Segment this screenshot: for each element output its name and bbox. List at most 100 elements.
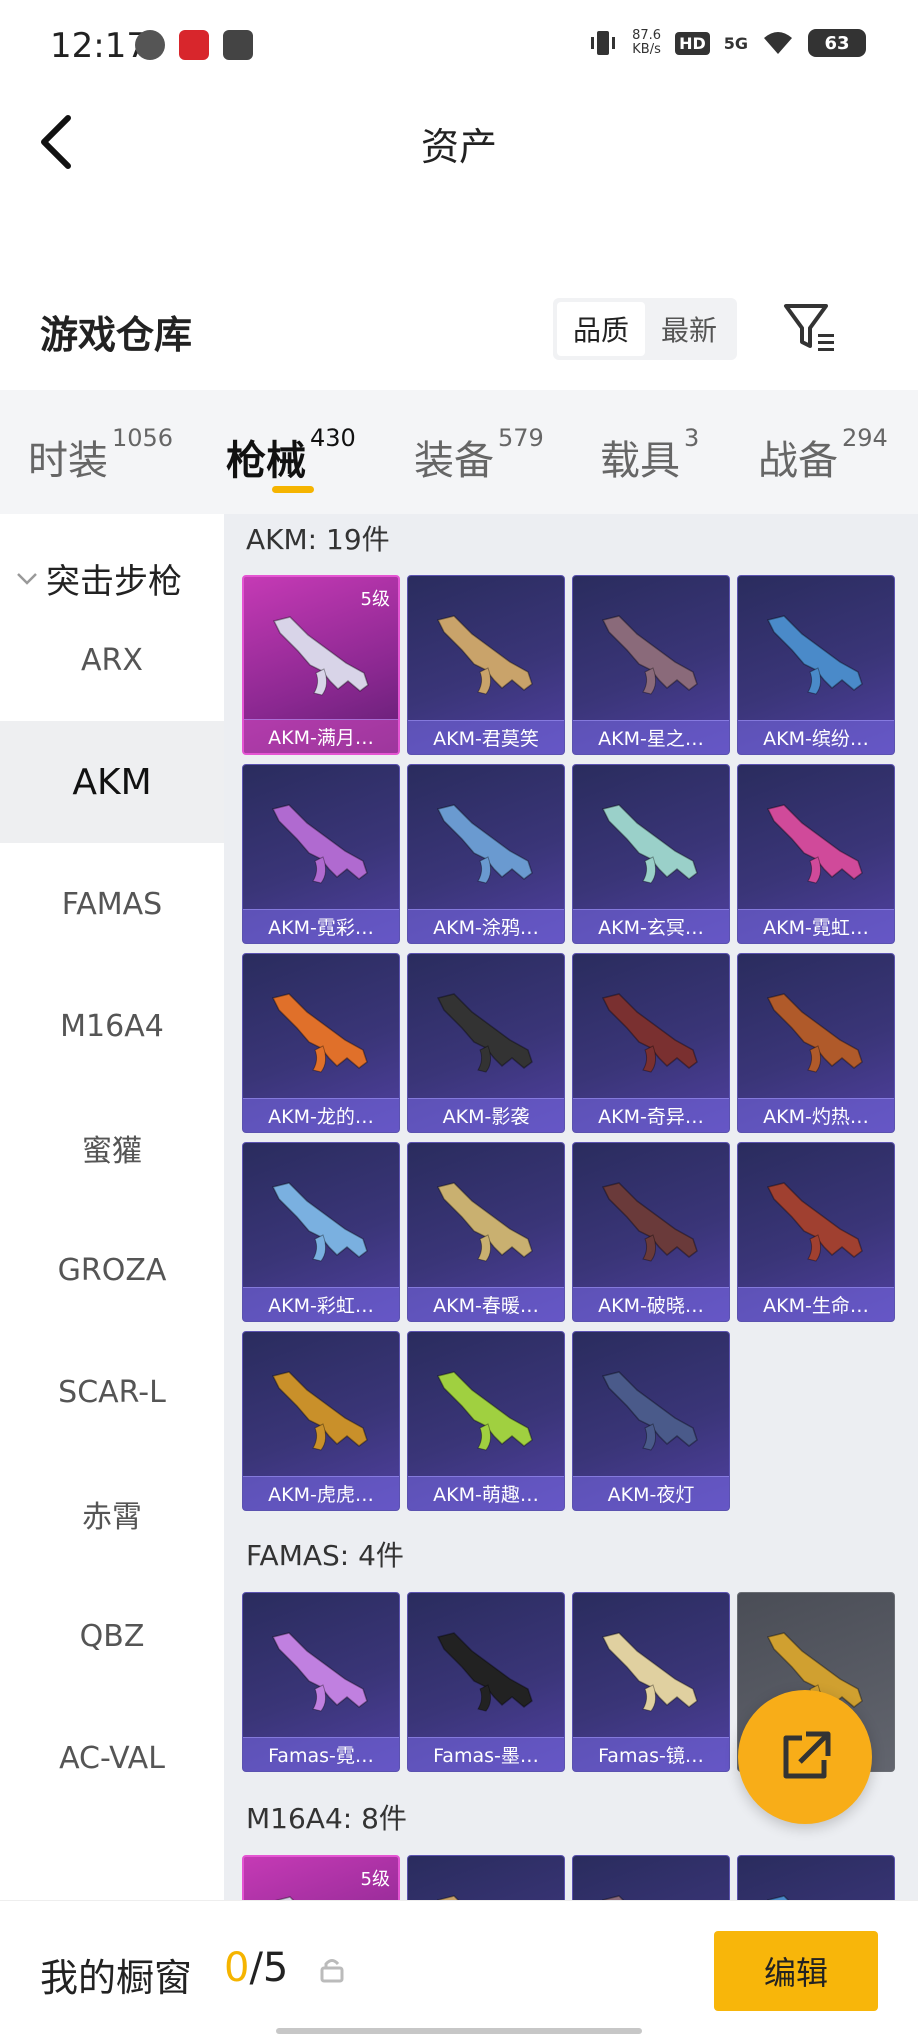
rifle-icon	[436, 615, 533, 695]
sidebar-item-honey-badger[interactable]: 蜜獾	[0, 1087, 224, 1209]
weapon-card[interactable]: AKM-霓彩…	[242, 764, 400, 944]
sort-quality-option[interactable]: 品质	[557, 302, 645, 356]
rifle-icon	[766, 1182, 863, 1262]
weapon-card[interactable]: AKM-生命…	[737, 1142, 895, 1322]
weapon-card[interactable]: Famas-墨…	[407, 1592, 565, 1772]
sidebar-item-chixiao[interactable]: 赤霄	[0, 1453, 224, 1575]
card-label: AKM-萌趣…	[408, 1476, 564, 1510]
weapon-card[interactable]: AKM-奇异…	[572, 953, 730, 1133]
share-button[interactable]	[738, 1690, 872, 1824]
rifle-icon	[274, 1896, 295, 1900]
notification-icons	[135, 30, 253, 60]
card-label: AKM-虎虎…	[243, 1476, 399, 1510]
tab-count: 1056	[112, 424, 174, 452]
home-indicator	[276, 2028, 642, 2034]
tab-vehicles[interactable]: 载具 3	[600, 424, 699, 486]
sidebar-item-groza[interactable]: GROZA	[0, 1209, 224, 1331]
vibrate-icon	[591, 31, 616, 55]
rifle-icon	[601, 993, 698, 1073]
status-time: 12:17	[50, 26, 148, 66]
weapon-card[interactable]: AKM-涂鸦…	[407, 764, 565, 944]
weapon-card[interactable]	[737, 1855, 895, 1900]
weapon-card[interactable]: AKM-星之…	[572, 575, 730, 755]
lock-icon	[320, 1959, 344, 1983]
showcase-current: 0	[224, 1945, 250, 1991]
card-label: Famas-霓…	[243, 1737, 399, 1771]
card-label: AKM-生命…	[738, 1287, 894, 1321]
tab-label: 装备	[414, 438, 494, 484]
sidebar-item-famas[interactable]: FAMAS	[0, 843, 224, 965]
rifle-icon	[601, 804, 698, 884]
section-title-famas: FAMAS: 4件	[246, 1539, 404, 1572]
sidebar-item-scar-l[interactable]: SCAR-L	[0, 1331, 224, 1453]
card-label: AKM-彩虹…	[243, 1287, 399, 1321]
tab-equipment[interactable]: 装备 579	[414, 424, 544, 486]
section-title-m16a4: M16A4: 8件	[246, 1802, 407, 1835]
rifle-icon	[436, 1182, 533, 1262]
sidebar-item-m16a4[interactable]: M16A4	[0, 965, 224, 1087]
weapon-card[interactable]: Famas-镜…	[572, 1592, 730, 1772]
showcase-count: 0/5	[224, 1945, 288, 1991]
network-type: 5G	[723, 33, 748, 53]
weapon-card[interactable]: AKM-夜灯	[572, 1331, 730, 1511]
weapon-card[interactable]: AKM-灼热…	[737, 953, 895, 1133]
hd-badge: HD	[675, 31, 710, 55]
tab-label: 时装	[28, 438, 108, 484]
weapon-card[interactable]	[407, 1855, 565, 1900]
card-label: AKM-缤纷…	[738, 720, 894, 754]
weapon-card[interactable]: AKM-玄冥…	[572, 764, 730, 944]
weapon-card[interactable]: AKM-萌趣…	[407, 1331, 565, 1511]
weapon-card[interactable]: AKM-缤纷…	[737, 575, 895, 755]
filter-icon[interactable]	[782, 300, 838, 356]
card-label: AKM-涂鸦…	[408, 909, 564, 943]
card-label: AKM-影袭	[408, 1098, 564, 1132]
rifle-icon	[601, 615, 698, 695]
card-label: AKM-奇异…	[573, 1098, 729, 1132]
card-label: AKM-灼热…	[738, 1098, 894, 1132]
showcase-bar: 我的橱窗 0/5 编辑	[0, 1900, 918, 2040]
weapon-card[interactable]: 5级	[242, 1855, 400, 1900]
weapon-card[interactable]: 5级 AKM-满月…	[242, 575, 400, 755]
card-label: AKM-霓彩…	[243, 909, 399, 943]
weapon-card[interactable]: AKM-彩虹…	[242, 1142, 400, 1322]
wifi-icon	[764, 32, 792, 54]
category-tabs: 时装 1056 枪械 430 装备 579 载具 3 战备 294	[0, 390, 918, 514]
card-label: AKM-星之…	[573, 720, 729, 754]
network-speed: 87.6 KB/s	[632, 29, 661, 57]
sidebar-item-qbz[interactable]: QBZ	[0, 1575, 224, 1697]
sidebar-item-arx[interactable]: ARX	[0, 599, 224, 721]
sidebar-group-assault-rifles[interactable]: 突击步枪	[16, 554, 182, 603]
weapon-card[interactable]: AKM-霓虹…	[737, 764, 895, 944]
card-label: AKM-破晓…	[573, 1287, 729, 1321]
edit-button[interactable]: 编辑	[714, 1931, 878, 2011]
app-notification-icon	[135, 30, 165, 60]
rifle-icon	[601, 1371, 698, 1451]
rifle-icon	[766, 804, 863, 884]
weapon-card[interactable]: AKM-破晓…	[572, 1142, 730, 1322]
rifle-icon	[436, 804, 533, 884]
showcase-total: /5	[249, 1945, 289, 1991]
section-title-akm: AKM: 19件	[246, 523, 390, 556]
rifle-icon	[601, 1895, 625, 1900]
header: 资产	[0, 92, 918, 192]
weapon-card[interactable]	[572, 1855, 730, 1900]
rifle-icon	[436, 1895, 460, 1900]
tab-fashion[interactable]: 时装 1056	[28, 424, 173, 486]
weapon-card[interactable]: AKM-影袭	[407, 953, 565, 1133]
weapon-card[interactable]: Famas-霓…	[242, 1592, 400, 1772]
weapon-card[interactable]: AKM-春暖…	[407, 1142, 565, 1322]
weapon-card[interactable]: AKM-龙的…	[242, 953, 400, 1133]
sidebar-item-akm[interactable]: AKM	[0, 721, 224, 843]
card-level-badge: 5级	[360, 1869, 390, 1890]
sort-toggle: 品质 最新	[553, 298, 737, 360]
weapon-card[interactable]: AKM-虎虎…	[242, 1331, 400, 1511]
tab-supplies[interactable]: 战备 294	[758, 424, 888, 486]
card-label: AKM-春暖…	[408, 1287, 564, 1321]
sidebar-item-ac-val[interactable]: AC-VAL	[0, 1697, 224, 1819]
tab-count: 294	[842, 424, 888, 452]
tab-label: 载具	[600, 438, 680, 484]
weapon-card[interactable]: AKM-君莫笑	[407, 575, 565, 755]
rifle-icon	[601, 1632, 698, 1712]
sort-newest-option[interactable]: 最新	[645, 302, 733, 356]
tab-firearms[interactable]: 枪械 430	[226, 424, 356, 486]
